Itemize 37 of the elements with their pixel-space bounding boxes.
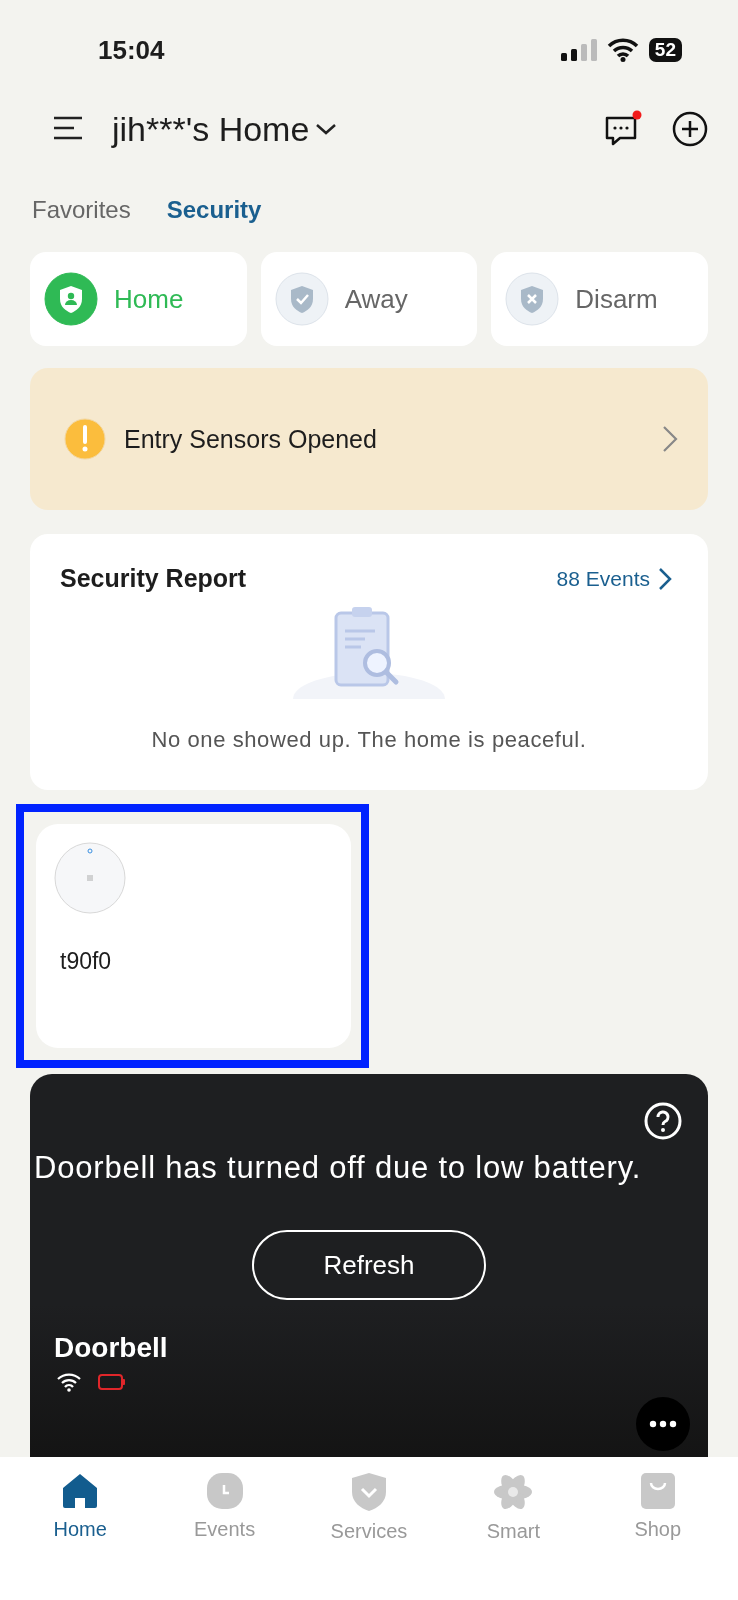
device-name: Doorbell — [54, 1332, 169, 1364]
alert-text: Entry Sensors Opened — [124, 424, 378, 454]
add-icon[interactable] — [672, 111, 708, 147]
signal-icon — [560, 39, 597, 61]
device-card[interactable]: t90f0 — [36, 824, 351, 1048]
empty-message: No one showed up. The home is peaceful. — [150, 727, 588, 753]
shield-icon — [349, 1472, 388, 1512]
battery-indicator: 52 — [648, 38, 682, 62]
tab[interactable]: Favorites — [32, 196, 131, 224]
help-icon[interactable] — [644, 1102, 682, 1140]
sensor-device-icon — [54, 842, 126, 914]
doorbell-message: Doorbell has turned off due to low battery. — [34, 1150, 643, 1186]
message-icon[interactable] — [604, 110, 642, 148]
card-title: Security Report — [60, 564, 247, 593]
home-icon — [61, 1472, 100, 1510]
nav-item[interactable]: Home — [20, 1471, 141, 1600]
warning-icon — [64, 418, 106, 460]
wifi-icon — [606, 38, 639, 62]
more-button[interactable] — [636, 1397, 690, 1451]
mode-button[interactable]: Disarm — [491, 252, 708, 346]
clock-icon — [205, 1472, 244, 1510]
home-title[interactable]: jih***'s Home — [112, 109, 310, 149]
refresh-button[interactable]: Refresh — [252, 1230, 486, 1300]
tab[interactable]: Security — [166, 196, 262, 224]
clock-time: 15:04 — [98, 34, 165, 66]
chevron-right-icon — [662, 425, 678, 453]
nav-item[interactable]: Services — [308, 1471, 429, 1600]
chevron-down-icon[interactable] — [315, 122, 338, 136]
wifi-icon — [56, 1372, 82, 1392]
device-name: t90f0 — [60, 948, 113, 975]
chevron-right-icon — [658, 566, 672, 591]
ellipsis-icon — [649, 1420, 677, 1428]
events-link[interactable]: 88 Events — [550, 565, 678, 592]
nav-item[interactable]: Shop — [597, 1471, 718, 1600]
mode-button[interactable]: Away — [260, 252, 478, 346]
shopping-bag-icon — [639, 1472, 676, 1510]
alert-banner[interactable]: Entry Sensors Opened — [30, 368, 708, 510]
